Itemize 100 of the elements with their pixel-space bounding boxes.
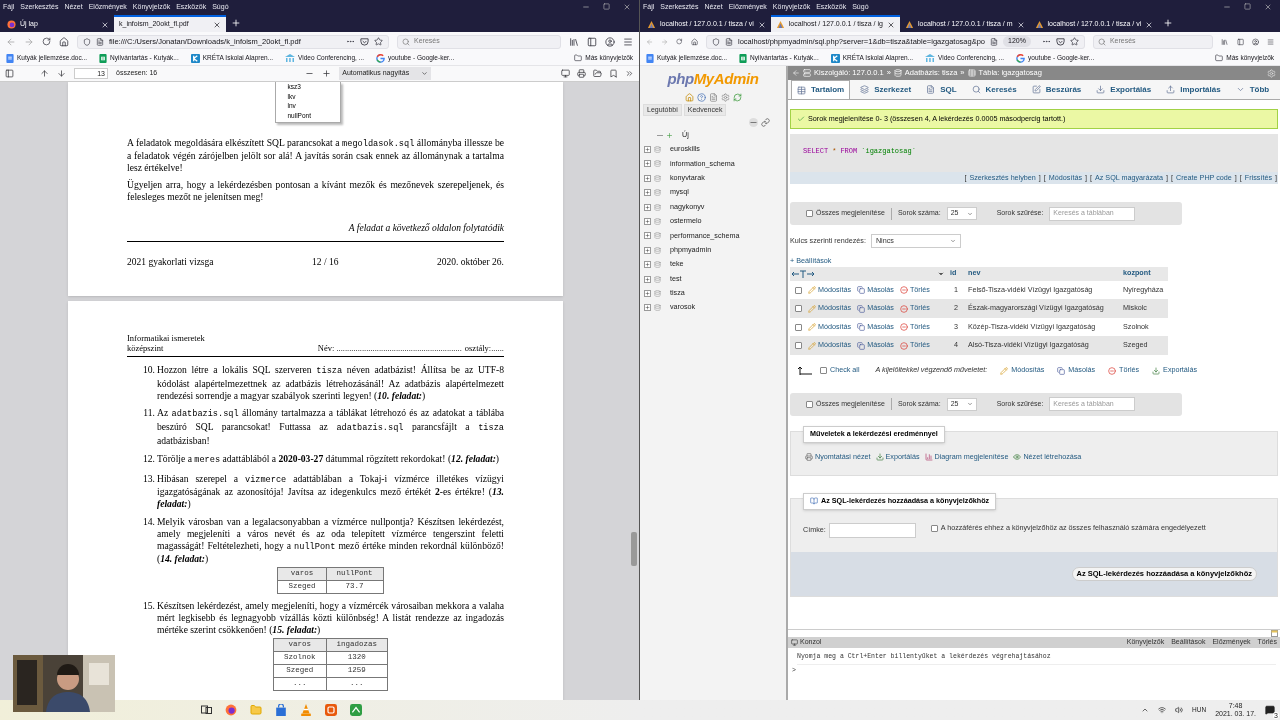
expand-icon[interactable] xyxy=(644,146,651,154)
table-tab[interactable]: Több xyxy=(1230,80,1275,99)
minimize-icon[interactable] xyxy=(1223,3,1231,11)
maximize-icon[interactable] xyxy=(603,3,610,10)
new-tab-icon[interactable] xyxy=(231,18,241,28)
label-field[interactable] xyxy=(828,522,916,538)
close-icon[interactable] xyxy=(213,20,221,29)
expand-icon[interactable] xyxy=(644,232,651,240)
next-page-icon[interactable] xyxy=(57,69,66,78)
expand-icon[interactable] xyxy=(644,189,651,197)
docs-icon[interactable] xyxy=(708,92,718,102)
expand-icon[interactable] xyxy=(644,160,651,168)
account-icon[interactable] xyxy=(605,36,615,47)
library-icon[interactable] xyxy=(1221,36,1229,47)
collapse-icon[interactable] xyxy=(749,118,758,127)
row-checkbox[interactable] xyxy=(795,286,802,294)
sidebar-icon[interactable] xyxy=(1236,36,1244,47)
expand-icon[interactable] xyxy=(644,290,651,297)
library-icon[interactable] xyxy=(569,36,579,47)
app-icon[interactable] xyxy=(325,704,337,716)
expand-icon[interactable] xyxy=(644,203,651,211)
bag-icon[interactable] xyxy=(275,704,287,716)
close-icon[interactable] xyxy=(886,20,895,29)
more-icon[interactable] xyxy=(346,37,355,46)
sidebar-icon[interactable] xyxy=(587,36,597,47)
table-tab[interactable]: Keresés xyxy=(966,80,1022,99)
checkbox[interactable] xyxy=(930,524,938,532)
maximize-icon[interactable] xyxy=(1244,3,1251,10)
page-footer: 2021 gyakorlati vizsga xyxy=(127,255,214,270)
menu-icon[interactable] xyxy=(1266,36,1274,47)
table-tab[interactable]: Exportálás xyxy=(1091,80,1157,99)
app-icon[interactable] xyxy=(350,704,362,716)
account-icon[interactable] xyxy=(1251,36,1259,47)
scrollbar-thumb[interactable] xyxy=(631,532,637,566)
caret-icon xyxy=(966,401,973,408)
link-icon[interactable] xyxy=(761,118,770,127)
column-arrows-icon[interactable] xyxy=(792,269,814,278)
checkbox[interactable] xyxy=(820,367,827,375)
table-tab[interactable]: Beszúrás xyxy=(1026,80,1087,99)
window-icon[interactable] xyxy=(1271,630,1278,637)
close-icon[interactable] xyxy=(1145,20,1154,29)
star-icon[interactable] xyxy=(1069,37,1079,46)
export-icon xyxy=(1152,366,1161,375)
task-text: Törölje a meres adattáblából a 2020-03-27 dátummal rögzített rekordokat! (12. feladat:) xyxy=(157,452,501,467)
help-icon[interactable] xyxy=(696,92,706,102)
open-file-icon[interactable] xyxy=(593,69,602,78)
reload-icon[interactable] xyxy=(732,92,742,102)
expand-icon[interactable] xyxy=(644,218,651,226)
database-icon xyxy=(654,232,661,240)
expand-icon[interactable] xyxy=(644,174,651,182)
network-icon[interactable] xyxy=(1158,706,1167,714)
volume-icon[interactable] xyxy=(1175,706,1184,714)
reader-view-icon[interactable] xyxy=(990,37,998,46)
tools-icon[interactable] xyxy=(625,69,634,78)
task-view-icon[interactable] xyxy=(201,705,212,715)
reload-icon[interactable] xyxy=(42,37,51,46)
show-hidden-icons-icon[interactable] xyxy=(1141,706,1150,714)
firefox-icon[interactable] xyxy=(225,704,237,716)
home-icon[interactable] xyxy=(690,36,698,47)
home-icon[interactable] xyxy=(59,36,69,47)
forward-icon[interactable] xyxy=(24,36,34,47)
close-icon[interactable] xyxy=(101,20,109,29)
checkbox[interactable] xyxy=(806,210,813,217)
star-icon[interactable] xyxy=(374,37,383,46)
back-icon[interactable] xyxy=(6,36,16,47)
table-tab[interactable]: Tartalom xyxy=(791,80,851,99)
close-icon[interactable] xyxy=(1264,3,1272,11)
new-tab-icon[interactable] xyxy=(1163,18,1174,28)
collapse-panel-icon[interactable] xyxy=(792,69,800,77)
expand-icon[interactable] xyxy=(644,304,651,312)
table-tab[interactable]: SQL xyxy=(921,80,962,99)
traffic-cone-icon[interactable] xyxy=(300,704,312,716)
expand-icon[interactable] xyxy=(644,275,651,283)
previous-page-icon[interactable] xyxy=(40,69,49,78)
sidebar-toggle-icon[interactable] xyxy=(5,69,14,78)
reload-icon[interactable] xyxy=(676,37,683,46)
expand-icon[interactable] xyxy=(644,261,651,269)
database-icon xyxy=(654,174,661,182)
close-icon[interactable] xyxy=(623,3,631,11)
close-icon[interactable] xyxy=(1016,20,1025,29)
expand-icon[interactable] xyxy=(644,246,651,254)
settings-icon[interactable] xyxy=(720,92,730,102)
row-checkbox[interactable] xyxy=(795,305,802,313)
close-icon[interactable] xyxy=(757,20,766,29)
zoom-in-icon[interactable] xyxy=(322,69,332,78)
menu-icon[interactable] xyxy=(623,36,633,47)
table-tab[interactable]: Szerkezet xyxy=(855,80,917,99)
bookmark-icon[interactable] xyxy=(609,69,618,78)
row-checkbox[interactable] xyxy=(795,342,802,350)
pocket-icon[interactable] xyxy=(360,37,369,46)
table-tab[interactable]: Importálás xyxy=(1161,80,1226,99)
row-checkbox[interactable] xyxy=(795,323,802,331)
more-icon[interactable] xyxy=(1041,37,1051,46)
copy-icon xyxy=(857,304,866,313)
pocket-icon[interactable] xyxy=(1055,37,1065,46)
home-icon[interactable] xyxy=(684,92,694,102)
print-icon[interactable] xyxy=(577,69,586,78)
checkbox[interactable] xyxy=(806,400,813,408)
minimize-icon[interactable] xyxy=(582,3,590,11)
presentation-icon[interactable] xyxy=(561,69,570,78)
